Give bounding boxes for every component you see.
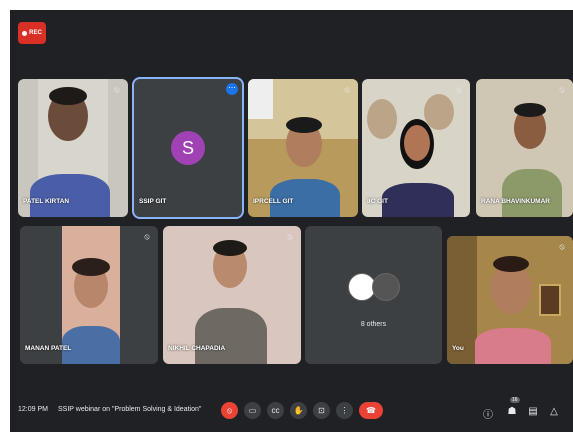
others-count-label: 8 others xyxy=(360,321,387,328)
participant-tile[interactable]: ⦸ MANAN PATEL xyxy=(20,226,158,364)
mic-muted-icon: ⦸ xyxy=(344,85,350,94)
participant-name: SSIP GIT xyxy=(139,198,167,205)
captions-icon[interactable]: cc xyxy=(267,402,284,419)
mic-muted-icon: ⦸ xyxy=(456,85,462,94)
avatar: S xyxy=(171,131,205,165)
clock-time: 12:09 PM xyxy=(18,406,48,413)
info-icon[interactable]: ⓘ xyxy=(482,406,494,421)
camera-icon[interactable]: ▭ xyxy=(244,402,261,419)
participant-tile[interactable]: ⦸ PATEL KIRTAN xyxy=(18,79,128,217)
more-dots-icon[interactable]: ⋯ xyxy=(226,83,238,95)
others-tile[interactable]: 8 others xyxy=(305,226,442,364)
end-call-icon[interactable]: ☎ xyxy=(359,402,383,419)
meet-window: REC ⦸ PATEL KIRTAN ⋯ S SSIP GIT ⦸ IPRCEL… xyxy=(10,10,573,432)
participant-tile[interactable]: ⦸ NIKHIL CHAPADIA xyxy=(163,226,301,364)
record-dot-icon xyxy=(22,30,28,36)
raise-hand-icon[interactable]: ✋ xyxy=(290,402,307,419)
participant-tile[interactable]: ⦸ RANA BHAVINKUMAR xyxy=(476,79,573,217)
mic-muted-icon: ⦸ xyxy=(559,85,565,94)
more-options-icon[interactable]: ⋮ xyxy=(336,402,353,419)
mic-off-icon[interactable]: ⦸ xyxy=(221,402,238,419)
mic-muted-icon: ⦸ xyxy=(559,242,565,251)
participant-name: NIKHIL CHAPADIA xyxy=(168,345,226,352)
recording-badge: REC xyxy=(18,22,46,44)
participant-name: RANA BHAVINKUMAR xyxy=(481,198,550,205)
chat-icon[interactable]: ▤ xyxy=(527,406,539,417)
participant-face xyxy=(404,125,430,161)
participant-tile[interactable]: ⦸ IIC GIT xyxy=(362,79,470,217)
bottom-toolbar: 12:09 PM SSIP webinar on "Problem Solvin… xyxy=(10,392,573,432)
participant-name: IIC GIT xyxy=(367,198,388,205)
mic-muted-icon: ⦸ xyxy=(144,232,150,241)
meeting-title: SSIP webinar on "Problem Solving & Ideat… xyxy=(58,406,202,413)
people-count-badge: 16 xyxy=(510,397,520,403)
participant-name: IPRCELL GIT xyxy=(253,198,294,205)
mic-muted-icon: ⦸ xyxy=(114,85,120,94)
participant-tile[interactable]: ⋯ S SSIP GIT xyxy=(132,77,244,219)
participant-name: PATEL KIRTAN xyxy=(23,198,70,205)
participant-tile[interactable]: ⦸ You xyxy=(447,236,573,364)
mic-muted-icon: ⦸ xyxy=(287,232,293,241)
participant-avatar xyxy=(371,272,400,301)
participant-tile[interactable]: ⦸ IPRCELL GIT xyxy=(248,79,358,217)
present-icon[interactable]: ⊡ xyxy=(313,402,330,419)
participant-name: MANAN PATEL xyxy=(25,345,72,352)
people-icon[interactable]: ☗ xyxy=(506,406,518,417)
activities-icon[interactable]: △ xyxy=(548,406,560,417)
participant-name: You xyxy=(452,345,464,352)
